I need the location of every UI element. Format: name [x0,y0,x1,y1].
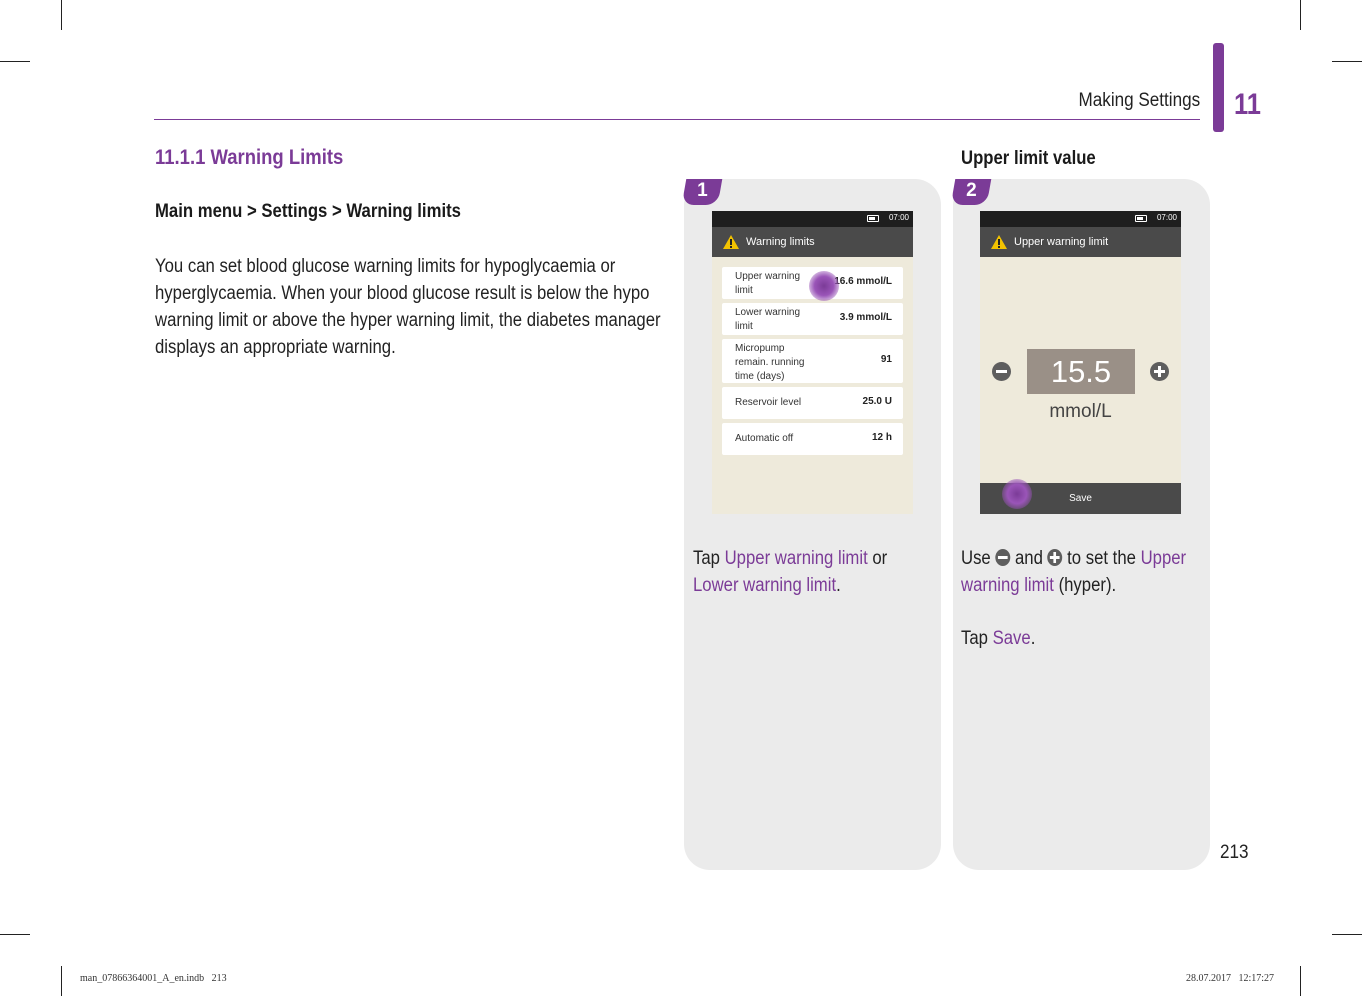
crop-mark [1332,934,1362,935]
chapter-tab-bar [1213,43,1224,132]
status-time: 07:00 [888,213,909,222]
step-1-caption: Tap Upper warning limit or Lower warning… [693,545,922,599]
caption-link-save: Save [992,628,1031,649]
page-number: 213 [1220,842,1249,863]
crop-mark [0,934,30,935]
step-badge-2: 2 [950,179,992,205]
caption-text: Tap [693,548,725,569]
list-item-reservoir-level[interactable]: Reservoir level 25.0 U [722,387,903,419]
status-time: 07:00 [1156,213,1177,222]
step-panel-2: 2 07:00 Upper warning limit 15.5 mmol/L … [950,179,1210,870]
minus-circle-icon[interactable] [992,362,1011,381]
limit-unit-label: mmol/L [1049,401,1112,422]
caption-text: (hyper). [1053,575,1117,596]
print-slug-date: 28.07.2017 12:17:27 [1185,973,1274,984]
device-screen-warning-limits: 07:00 Warning limits Upper warning limit… [712,211,913,514]
list-item-value: 91 [880,354,892,365]
list-item-automatic-off[interactable]: Automatic off 12 h [722,423,903,455]
list-item-value: 12 h [871,432,892,443]
running-header-title: Making Settings [1078,90,1200,111]
section-body-text: You can set blood glucose warning limits… [155,256,661,358]
crop-mark [1300,966,1301,996]
menu-path-breadcrumb: Main menu > Settings > Warning limits [155,201,461,222]
plus-circle-icon [1047,549,1063,566]
screen-title: Warning limits [746,236,815,248]
crop-mark [61,0,62,30]
minus-circle-icon [995,549,1011,566]
step-badge-number: 2 [965,180,977,201]
screen-title-bar: Upper warning limit [980,227,1181,257]
screen-title-bar: Warning limits [712,227,913,257]
step-heading-upper-limit: Upper limit value [961,148,1096,169]
list-item-label: Upper warning limit [735,271,801,296]
list-item-label: Automatic off [735,433,794,444]
touch-indicator-icon [809,271,839,301]
caption-text: Tap [961,628,993,649]
device-screen-upper-warning-limit: 07:00 Upper warning limit 15.5 mmol/L Sa… [980,211,1181,514]
plus-circle-icon[interactable] [1150,362,1169,381]
battery-icon [1135,215,1147,222]
list-item-micropump-running-time[interactable]: Micropump remain. running time (days) 91 [722,339,903,383]
step-badge-1: 1 [681,179,723,205]
list-item-lower-warning-limit[interactable]: Lower warning limit 3.9 mmol/L [722,303,903,335]
battery-icon [867,215,879,222]
list-item-value: 25.0 U [862,396,892,407]
limit-value-display: 15.5 [1027,349,1135,394]
caption-link-upper-warning-limit: Upper warning limit [724,548,868,569]
section-title: 11.1.1 Warning Limits [155,146,344,169]
status-bar: 07:00 [980,211,1181,227]
chapter-number: 11 [1234,88,1261,121]
crop-mark [1332,61,1362,62]
list-item-label: Lower warning limit [735,307,801,332]
warning-triangle-icon [991,235,1007,249]
touch-indicator-icon [1002,479,1032,509]
header-divider [154,119,1200,120]
caption-text: . [1030,628,1036,649]
caption-text: . [836,575,841,596]
screen-title: Upper warning limit [1014,236,1109,248]
step-panel-1: 1 07:00 Warning limits Upper warning lim… [681,179,941,870]
caption-text: or [867,548,888,569]
caption-text: to set the [1062,548,1141,569]
crop-mark [61,966,62,996]
crop-mark [0,61,30,62]
list-item-value: 16.6 mmol/L [834,276,892,287]
status-bar: 07:00 [712,211,913,227]
caption-text: and [1010,548,1048,569]
print-slug-file: man_07866364001_A_en.indb 213 [80,973,227,984]
list-item-label: Reservoir level [735,397,802,408]
list-item-value: 3.9 mmol/L [839,312,892,323]
caption-text: Use [961,548,996,569]
list-item-label: Micropump remain. running time (days) [735,343,805,382]
caption-link-lower-warning-limit: Lower warning limit [693,575,837,596]
crop-mark [1300,0,1301,30]
step-badge-number: 1 [696,180,708,201]
warning-triangle-icon [723,235,739,249]
step-2-caption: Use and to set the Upper warning limit (… [961,545,1190,652]
